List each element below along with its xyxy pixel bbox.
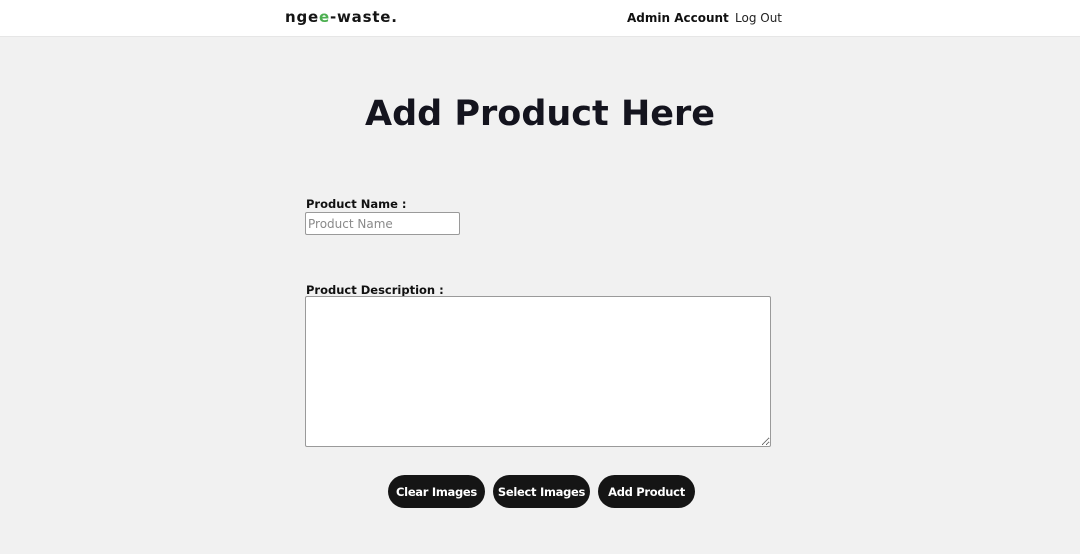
page-title: Add Product Here	[365, 94, 715, 134]
select-images-button[interactable]: Select Images	[493, 475, 590, 508]
logo-accent: e	[319, 8, 330, 26]
clear-images-button[interactable]: Clear Images	[388, 475, 485, 508]
product-description-textarea[interactable]	[305, 296, 771, 447]
logo-suffix: -waste.	[329, 8, 398, 26]
logo[interactable]: ngee-waste.	[285, 8, 398, 26]
product-name-label: Product Name :	[306, 197, 407, 211]
logout-link[interactable]: Log Out	[735, 11, 782, 25]
navbar: ngee-waste. Admin Account Log Out	[0, 0, 1080, 37]
logo-prefix: nge	[285, 8, 319, 26]
product-description-label: Product Description :	[306, 283, 444, 297]
add-product-button[interactable]: Add Product	[598, 475, 695, 508]
product-name-input[interactable]	[305, 212, 460, 235]
admin-account-link[interactable]: Admin Account	[627, 11, 729, 25]
